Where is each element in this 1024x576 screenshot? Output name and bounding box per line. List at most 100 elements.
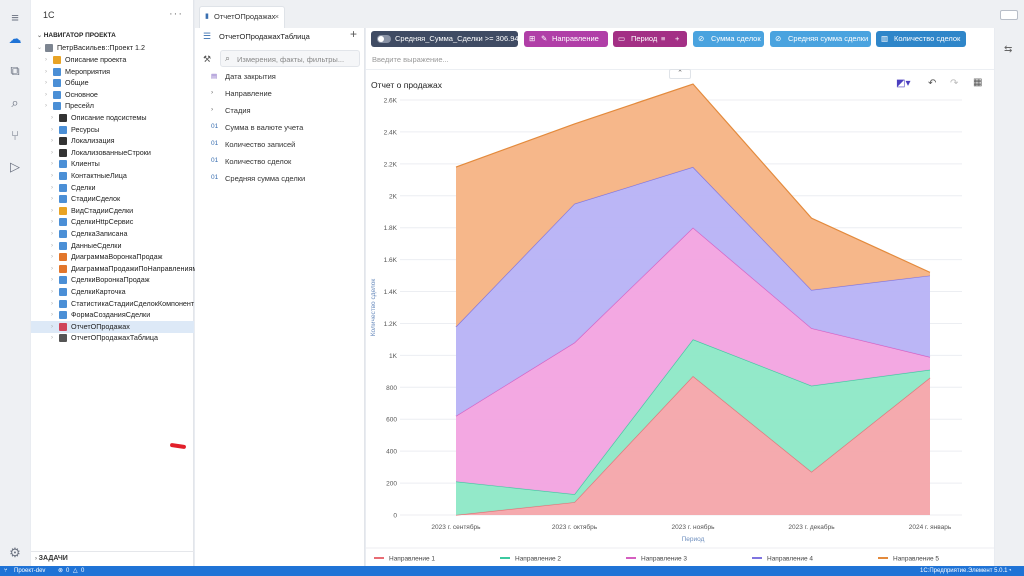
dimension-chip-direction[interactable]: ⊞ ✎ Направление: [524, 31, 608, 47]
field-item[interactable]: 01 Количество записей: [211, 140, 295, 149]
tree-item[interactable]: › КонтактныеЛица: [31, 170, 194, 182]
chevron-right-icon[interactable]: ›: [45, 77, 47, 89]
tree-item[interactable]: › Описание подсистемы: [31, 112, 194, 124]
chevron-right-icon[interactable]: ›: [51, 170, 53, 182]
toggle-icon[interactable]: [377, 35, 391, 43]
chevron-right-icon[interactable]: ›: [51, 251, 53, 263]
eye-off-icon: ⊘: [698, 34, 705, 43]
tree-item[interactable]: › ФормаСозданияСделки: [31, 309, 194, 321]
field-item[interactable]: 01 Количество сделок: [211, 157, 292, 166]
tree-item[interactable]: › ДиаграммаВоронкаПродаж: [31, 251, 194, 263]
add-icon[interactable]: +: [675, 31, 679, 47]
status-warnings[interactable]: 0: [81, 566, 84, 576]
tree-item[interactable]: › СделкиКарточка: [31, 286, 194, 298]
chevron-right-icon[interactable]: ›: [45, 89, 47, 101]
run-debug-icon[interactable]: ▷: [6, 158, 24, 176]
tree-item[interactable]: › ОтчетОПродажахТаблица: [31, 332, 194, 344]
chevron-right-icon[interactable]: ›: [51, 193, 53, 205]
measure-chip-count[interactable]: ▥ Количество сделок: [876, 31, 966, 47]
navigator-title[interactable]: ⌄ НАВИГАТОР ПРОЕКТА: [31, 30, 194, 42]
dimension-chip-period[interactable]: ▭ Период ≡ +: [613, 31, 687, 47]
measure-chip-sum[interactable]: ⊘ Сумма сделок: [693, 31, 764, 47]
tree-item[interactable]: › Сделки: [31, 182, 194, 194]
app-logo: 1C: [43, 10, 55, 20]
chevron-right-icon[interactable]: ›: [51, 332, 53, 344]
expression-input[interactable]: Введите выражение...: [366, 52, 994, 70]
chevron-right-icon[interactable]: ›: [51, 182, 53, 194]
chevron-right-icon[interactable]: ›: [51, 147, 53, 159]
close-icon[interactable]: ×: [275, 7, 279, 27]
chevron-right-icon[interactable]: ›: [51, 205, 53, 217]
tree-item-label: Мероприятия: [65, 66, 111, 76]
field-label: Количество сделок: [225, 157, 292, 166]
chevron-right-icon[interactable]: ›: [51, 263, 53, 275]
chevron-right-icon[interactable]: ›: [51, 112, 53, 124]
tree-item[interactable]: › СделкиВоронкаПродаж: [31, 274, 194, 286]
chevron-right-icon[interactable]: ›: [51, 158, 53, 170]
chevron-right-icon[interactable]: ›: [51, 274, 53, 286]
measure-chip-avg[interactable]: ⊘ Средняя сумма сделки: [770, 31, 871, 47]
status-branch[interactable]: Проект-dev: [14, 566, 45, 576]
tree-item[interactable]: › ВидСтадииСделки: [31, 205, 194, 217]
tree-item[interactable]: › Основное: [31, 89, 194, 101]
tree-item[interactable]: › СделкаЗаписана: [31, 228, 194, 240]
chevron-down-icon[interactable]: ⌄: [37, 42, 42, 54]
chevron-right-icon[interactable]: ›: [51, 124, 53, 136]
collapse-toggle[interactable]: ⌃: [669, 69, 691, 79]
chevron-right-icon[interactable]: ›: [51, 309, 53, 321]
connections-icon[interactable]: ⇆: [1004, 44, 1012, 55]
tree-item[interactable]: › Мероприятия: [31, 66, 194, 78]
tree-item[interactable]: › СтадииСделок: [31, 193, 194, 205]
add-icon[interactable]: +: [350, 27, 357, 41]
tree-item[interactable]: › Ресурсы: [31, 124, 194, 136]
field-item[interactable]: ▤ Дата закрытия: [211, 72, 276, 81]
cloud-icon[interactable]: ☁: [6, 30, 24, 48]
tree-item[interactable]: › СтатистикаСтадииСделокКомпонент: [31, 298, 194, 310]
tree-item[interactable]: › Описание проекта: [31, 54, 194, 66]
tree-item[interactable]: › Клиенты: [31, 158, 194, 170]
field-item[interactable]: 01 Средняя сумма сделки: [211, 174, 305, 183]
tree-item[interactable]: › ДиаграммаПродажиПоНаправлениям: [31, 263, 197, 275]
bell-icon[interactable]: ◔: [1008, 566, 1012, 576]
chevron-right-icon[interactable]: ›: [51, 321, 53, 333]
translate-icon: [59, 137, 67, 146]
panel-toggle-icon[interactable]: [1000, 10, 1018, 20]
brush-icon[interactable]: ⚒: [203, 54, 211, 65]
tree-project-root[interactable]: ⌄ ПетрВасильев::Проект 1.2: [31, 42, 194, 54]
chevron-right-icon[interactable]: ›: [45, 54, 47, 66]
status-errors[interactable]: 0: [66, 566, 69, 576]
settings-icon[interactable]: ⚙: [6, 544, 24, 562]
menu-icon[interactable]: ≡: [6, 8, 24, 26]
chevron-right-icon[interactable]: ›: [51, 135, 53, 147]
field-item[interactable]: › Стадия: [211, 106, 251, 115]
tab-report[interactable]: ▮ ОтчетОПродажах ×: [199, 6, 285, 28]
chevron-right-icon[interactable]: ›: [51, 286, 53, 298]
tree-item[interactable]: › Локализация: [31, 135, 194, 147]
sort-icon[interactable]: ≡: [661, 31, 665, 47]
tree-item[interactable]: › СделкиHttpСервис: [31, 216, 194, 228]
branch-icon[interactable]: ⑂: [4, 566, 8, 576]
chevron-right-icon[interactable]: ›: [51, 216, 53, 228]
search-icon[interactable]: ⌕: [6, 94, 24, 112]
field-item[interactable]: › Направление: [211, 89, 272, 98]
tree-item[interactable]: › Общие: [31, 77, 194, 89]
chevron-right-icon[interactable]: ›: [51, 240, 53, 252]
tree-item[interactable]: › ОтчетОПродажах: [31, 320, 194, 333]
chevron-right-icon[interactable]: ›: [45, 66, 47, 78]
more-icon[interactable]: ···: [169, 8, 183, 20]
files-icon[interactable]: ⧉: [6, 62, 24, 80]
tree-item[interactable]: › ДанныеСделки: [31, 240, 194, 252]
fields-search-input[interactable]: ⌕ Измерения, факты, фильтры...: [220, 50, 360, 67]
tree-item[interactable]: › Пресейл: [31, 100, 194, 112]
status-bar: ⑂ Проект-dev ⊗ 0 △ 0 1С:Предприятие.Элем…: [0, 566, 1024, 576]
chevron-right-icon[interactable]: ›: [51, 228, 53, 240]
chevron-right-icon[interactable]: ›: [51, 298, 53, 310]
filter-chip[interactable]: Средняя_Сумма_Сделки >= 306.94: [371, 31, 519, 47]
chevron-right-icon[interactable]: ›: [45, 100, 47, 112]
tree-item-label: ОтчетОПродажахТаблица: [71, 333, 159, 343]
field-item[interactable]: 01 Сумма в валюте учета: [211, 123, 303, 132]
tasks-panel-header[interactable]: › ЗАДАЧИ: [31, 551, 194, 565]
activity-bar: ≡ ☁ ⧉ ⌕ ⑂ ▷ ⚙: [0, 0, 30, 566]
source-control-icon[interactable]: ⑂: [6, 126, 24, 144]
tree-item[interactable]: › ЛокализованныеСтроки: [31, 147, 194, 159]
